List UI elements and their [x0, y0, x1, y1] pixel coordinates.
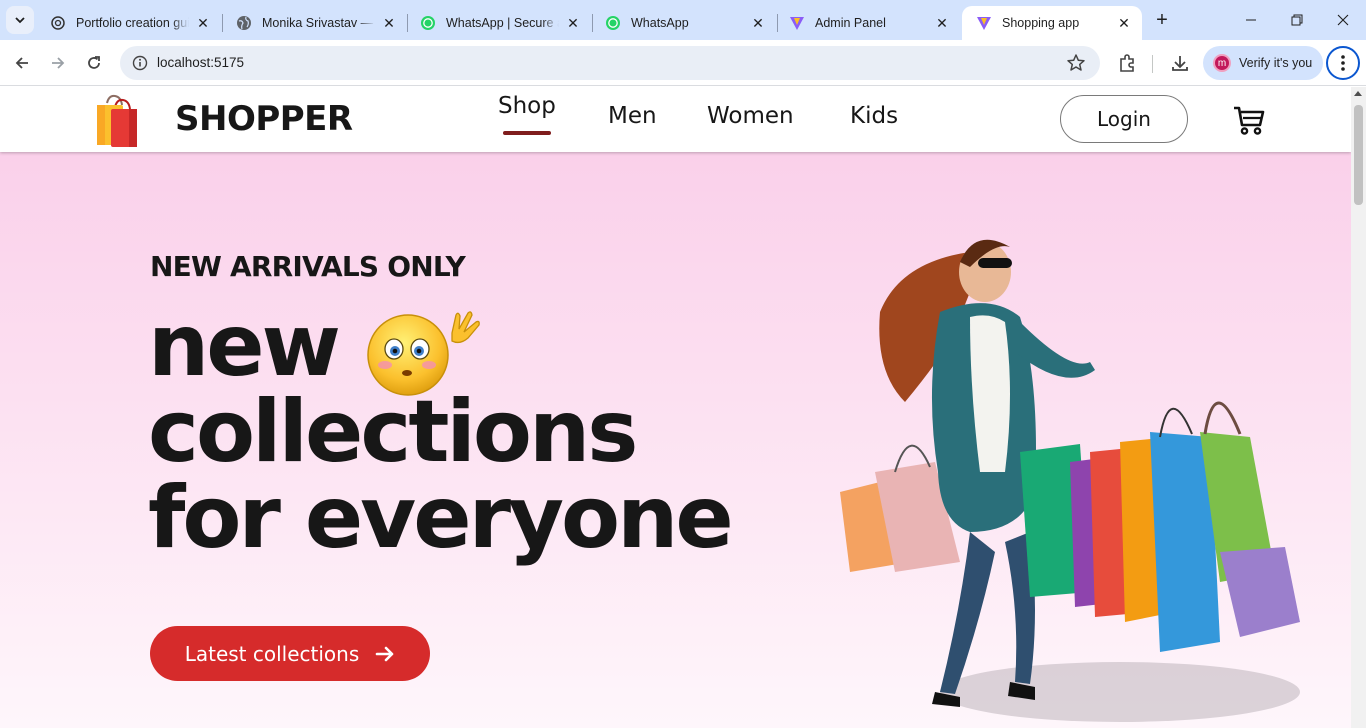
more-vert-icon [1341, 55, 1345, 71]
tab-portfolio[interactable]: Portfolio creation gui ✕ [36, 6, 221, 40]
close-tab-icon[interactable]: ✕ [381, 15, 397, 31]
login-button[interactable]: Login [1060, 95, 1188, 143]
cart-icon[interactable] [1232, 103, 1266, 137]
active-underline [503, 131, 551, 135]
url-text[interactable]: localhost:5175 [157, 55, 244, 70]
address-bar[interactable]: localhost:5175 [120, 46, 1100, 80]
avatar: m [1213, 54, 1231, 72]
close-window-button[interactable] [1320, 0, 1366, 40]
nav-men[interactable]: Men [608, 103, 657, 129]
tab-search-button[interactable] [6, 6, 34, 34]
tab-whatsapp-secure[interactable]: WhatsApp | Secure ar ✕ [406, 6, 591, 40]
tab-title: WhatsApp | Secure ar [446, 16, 559, 30]
tab-whatsapp[interactable]: WhatsApp ✕ [591, 6, 776, 40]
site-navbar: SHOPPER Shop Men Women Kids Login [0, 87, 1351, 152]
downloads-button[interactable] [1168, 51, 1192, 75]
hero-headline-line3: for everyone [148, 468, 734, 568]
vite-icon [790, 17, 804, 30]
scrollbar-thumb[interactable] [1354, 105, 1363, 205]
tab-title: Admin Panel [815, 16, 886, 30]
new-tab-button[interactable]: + [1150, 8, 1174, 32]
browser-toolbar: localhost:5175 m Verify it's you [0, 40, 1366, 86]
chevron-down-icon [15, 17, 25, 24]
scroll-up-arrow-icon[interactable] [1354, 91, 1362, 96]
nav-women-label: Women [707, 103, 794, 129]
close-icon [1337, 14, 1349, 26]
vite-icon [977, 17, 991, 30]
reload-button[interactable] [79, 48, 109, 78]
globe-icon [237, 16, 251, 30]
profile-label: Verify it's you [1239, 56, 1313, 70]
toolbar-divider [1152, 55, 1153, 73]
arrow-right-icon [375, 646, 394, 661]
nav-women[interactable]: Women [707, 103, 794, 129]
reload-icon [88, 56, 100, 69]
close-tab-icon[interactable]: ✕ [565, 15, 581, 31]
nav-shop-label: Shop [498, 93, 556, 119]
shopping-bag-logo-icon[interactable] [95, 93, 139, 149]
back-button[interactable] [7, 48, 37, 78]
cta-label: Latest collections [184, 641, 360, 666]
hero-model-image [840, 239, 1300, 722]
page-viewport: SHOPPER Shop Men Women Kids Login NEW AR… [0, 87, 1351, 728]
forward-button[interactable] [43, 48, 73, 78]
minimize-button[interactable] [1228, 0, 1274, 40]
nav-kids[interactable]: Kids [850, 103, 898, 129]
latest-collections-button[interactable]: Latest collections [150, 626, 430, 681]
close-tab-icon[interactable]: ✕ [1116, 15, 1132, 31]
tab-title: Portfolio creation gui [76, 16, 189, 30]
extensions-button[interactable] [1115, 51, 1139, 75]
openai-icon [51, 16, 65, 30]
info-icon[interactable] [132, 55, 148, 71]
tab-shopping-app[interactable]: Shopping app ✕ [962, 6, 1142, 40]
arrow-right-icon [52, 57, 65, 69]
page-scrollbar[interactable] [1351, 87, 1366, 728]
hero-section: NEW ARRIVALS ONLY new collections for ev… [0, 152, 1351, 728]
nav-kids-label: Kids [850, 103, 899, 129]
hero-headline-line2: collections [148, 382, 638, 482]
tab-title: Monika Srivastav — M [262, 16, 375, 30]
restore-button[interactable] [1274, 0, 1320, 40]
nav-shop[interactable]: Shop [498, 93, 556, 135]
hero-headline-line1: new [148, 296, 341, 396]
close-tab-icon[interactable]: ✕ [750, 15, 766, 31]
tab-admin-panel[interactable]: Admin Panel ✕ [775, 6, 960, 40]
close-tab-icon[interactable]: ✕ [934, 15, 950, 31]
brand-name[interactable]: SHOPPER [175, 99, 353, 139]
whatsapp-icon [606, 16, 620, 30]
browser-tab-strip: Portfolio creation gui ✕ Monika Srivasta… [0, 0, 1366, 40]
close-tab-icon[interactable]: ✕ [195, 15, 211, 31]
tab-monika[interactable]: Monika Srivastav — M ✕ [222, 6, 407, 40]
bookmark-star-icon[interactable] [1066, 53, 1086, 73]
minimize-icon [1246, 19, 1256, 21]
tab-title: Shopping app [1002, 16, 1080, 30]
hero-eyebrow: NEW ARRIVALS ONLY [150, 250, 466, 283]
profile-chip[interactable]: m Verify it's you [1203, 46, 1323, 80]
tab-title: WhatsApp [631, 16, 689, 30]
puzzle-icon [1120, 54, 1134, 72]
download-icon [1172, 56, 1188, 71]
restore-icon [1291, 14, 1303, 26]
browser-menu-button[interactable] [1326, 46, 1360, 80]
nav-men-label: Men [608, 103, 657, 129]
whatsapp-icon [421, 16, 435, 30]
arrow-left-icon [15, 57, 28, 69]
